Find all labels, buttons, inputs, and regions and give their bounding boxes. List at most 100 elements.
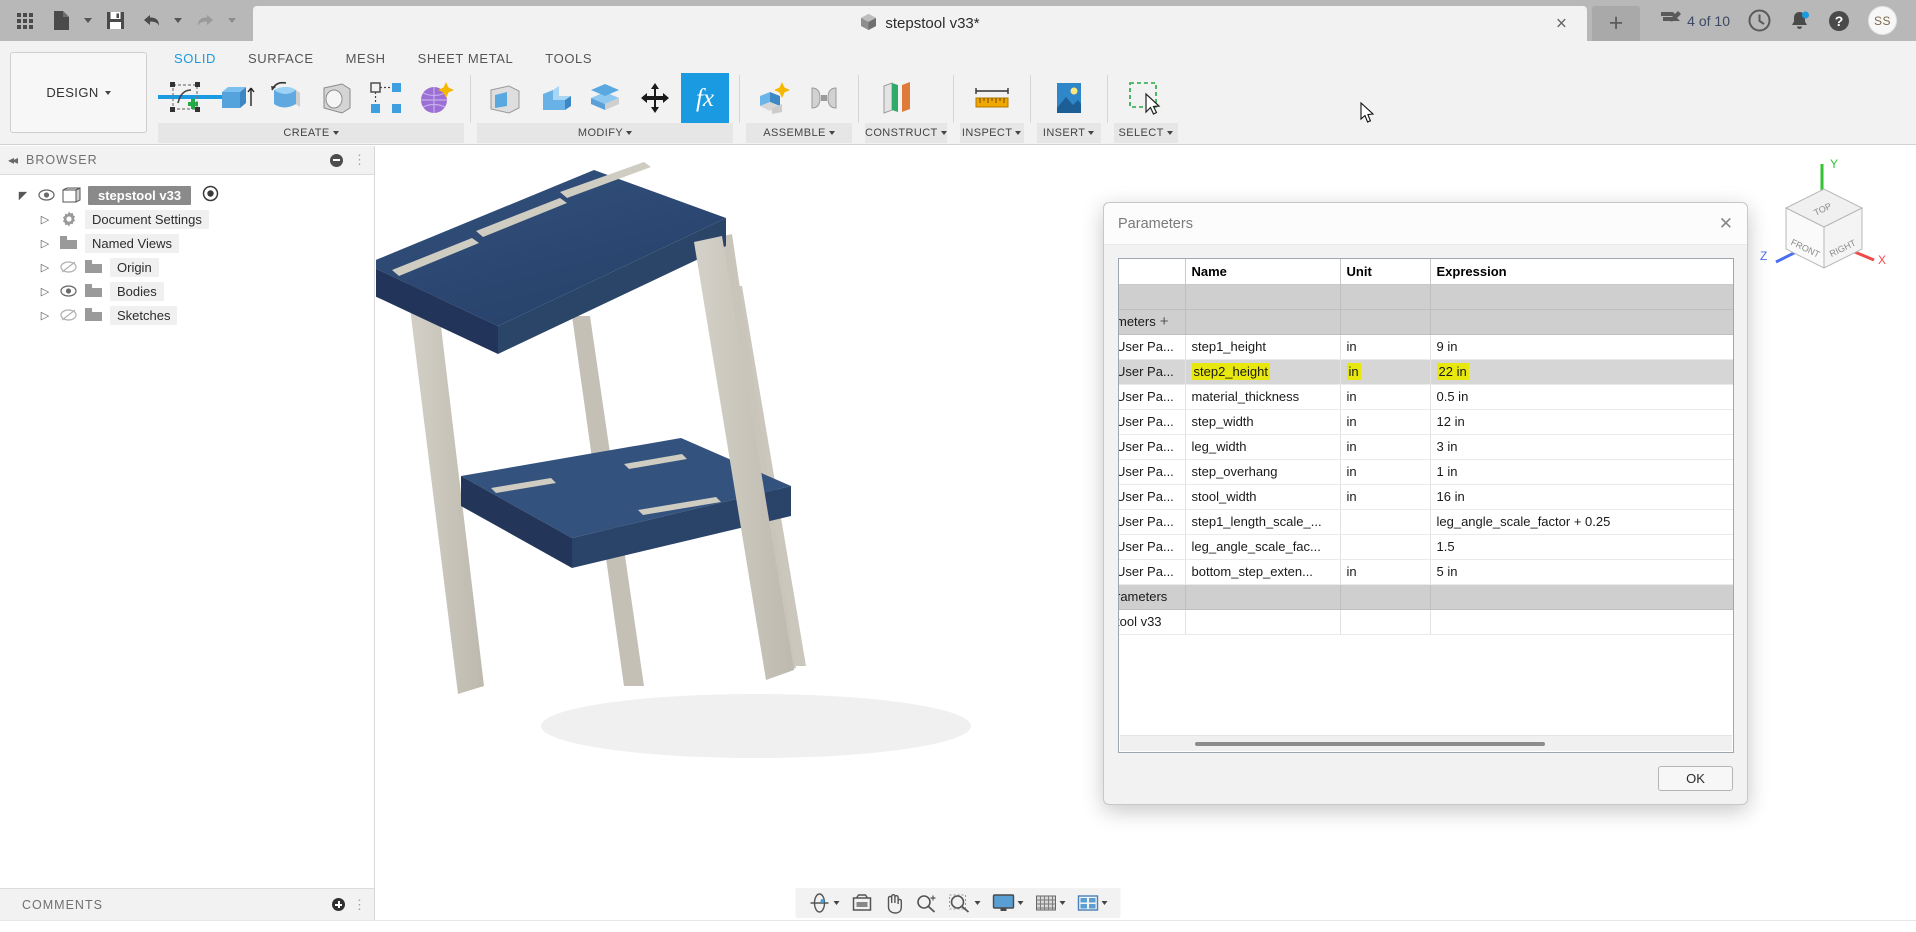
panel-label-assemble[interactable]: ASSEMBLE xyxy=(746,123,852,143)
parameters-dialog[interactable]: Parameters ✕ Name Unit Expression xyxy=(1103,202,1748,805)
close-icon[interactable]: × xyxy=(1556,14,1567,33)
pattern-icon[interactable] xyxy=(362,73,410,123)
chevron-down-icon[interactable] xyxy=(1060,901,1066,905)
expand-arrow-icon[interactable]: ▷ xyxy=(38,285,52,298)
tree-item-named-views[interactable]: ▷ Named Views xyxy=(0,231,374,255)
look-at-icon[interactable] xyxy=(847,889,878,917)
column-header-expression[interactable]: Expression xyxy=(1430,259,1734,284)
close-icon[interactable]: ✕ xyxy=(1719,215,1733,232)
table-row-group-user-parameters[interactable]: meters+ xyxy=(1119,309,1734,334)
column-header-name[interactable]: Name xyxy=(1185,259,1340,284)
extrude-icon[interactable] xyxy=(212,73,260,123)
add-parameter-icon[interactable]: + xyxy=(1160,313,1169,330)
orbit-icon[interactable] xyxy=(804,889,845,917)
expand-arrow-icon[interactable]: ▷ xyxy=(38,237,52,250)
tab-tools[interactable]: TOOLS xyxy=(529,47,608,69)
jobs-status[interactable]: 4 of 10 xyxy=(1653,0,1737,41)
new-file-icon[interactable] xyxy=(44,4,78,38)
table-row[interactable]: User Pa...leg_widthin3 in xyxy=(1119,434,1734,459)
expand-arrow-icon[interactable]: ▷ xyxy=(38,213,52,226)
redo-dropdown-icon[interactable] xyxy=(224,4,240,38)
column-header-blank[interactable] xyxy=(1119,259,1185,284)
panel-label-insert[interactable]: INSERT xyxy=(1037,123,1101,143)
column-header-unit[interactable]: Unit xyxy=(1340,259,1430,284)
expand-arrow-icon[interactable]: ◤ xyxy=(16,189,30,202)
new-file-dropdown-icon[interactable] xyxy=(80,4,96,38)
ok-button[interactable]: OK xyxy=(1658,766,1733,791)
collapse-all-icon[interactable] xyxy=(330,154,343,167)
new-tab-button[interactable]: + xyxy=(1592,6,1640,41)
panel-label-create[interactable]: CREATE xyxy=(158,123,464,143)
table-row[interactable]: User Pa...step1_length_scale_...leg_angl… xyxy=(1119,509,1734,534)
measure-icon[interactable] xyxy=(964,73,1020,123)
table-row[interactable]: User Pa...step_overhangin1 in xyxy=(1119,459,1734,484)
save-icon[interactable] xyxy=(98,4,132,38)
revolve-icon[interactable] xyxy=(262,73,310,123)
plus-circle-icon[interactable] xyxy=(332,898,345,911)
panel-resize-grip[interactable]: ⋮ xyxy=(353,152,366,168)
hole-icon[interactable] xyxy=(312,73,360,123)
activate-component-icon[interactable] xyxy=(202,185,219,205)
table-row-group-model-parameters[interactable]: rameters xyxy=(1119,584,1734,609)
offset-plane-icon[interactable] xyxy=(869,73,925,123)
expand-arrow-icon[interactable]: ▷ xyxy=(38,309,52,322)
redo-icon[interactable] xyxy=(188,4,222,38)
panel-label-construct[interactable]: CONSTRUCT xyxy=(865,123,947,143)
panel-resize-grip[interactable]: ⋮ xyxy=(353,897,366,913)
new-component-icon[interactable] xyxy=(750,73,798,123)
chevron-down-icon[interactable] xyxy=(1102,901,1108,905)
table-row[interactable]: User Pa...step1_heightin9 in xyxy=(1119,334,1734,359)
table-row[interactable]: User Pa...bottom_step_exten...in5 in xyxy=(1119,559,1734,584)
undo-dropdown-icon[interactable] xyxy=(170,4,186,38)
zoom-icon[interactable] xyxy=(911,889,942,917)
workspace-selector[interactable]: DESIGN xyxy=(10,52,147,133)
notifications-icon[interactable] xyxy=(1782,0,1817,41)
recent-icon[interactable] xyxy=(1741,0,1778,41)
pan-icon[interactable] xyxy=(880,889,909,917)
tree-item-bodies[interactable]: ▷ Bodies xyxy=(0,279,374,303)
table-row[interactable]: User Pa...step_widthin12 in xyxy=(1119,409,1734,434)
joint-icon[interactable] xyxy=(800,73,848,123)
chevron-left-icon[interactable]: ◂◂ xyxy=(8,153,16,167)
help-icon[interactable]: ? xyxy=(1821,0,1857,41)
zoom-window-icon[interactable] xyxy=(944,889,986,917)
tab-surface[interactable]: SURFACE xyxy=(232,47,330,69)
panel-label-inspect[interactable]: INSPECT xyxy=(960,123,1024,143)
visibility-eye-hidden-icon[interactable] xyxy=(59,261,77,273)
table-row[interactable]: User Pa...material_thicknessin0.5 in xyxy=(1119,384,1734,409)
table-row[interactable]: User Pa...leg_angle_scale_fac...1.5 xyxy=(1119,534,1734,559)
insert-mcmaster-icon[interactable] xyxy=(1041,73,1097,123)
change-parameters-icon[interactable]: fx xyxy=(681,73,729,123)
panel-label-select[interactable]: SELECT xyxy=(1114,123,1178,143)
apps-grid-icon[interactable] xyxy=(8,4,42,38)
tree-item-sketches[interactable]: ▷ Sketches xyxy=(0,303,374,327)
move-copy-icon[interactable] xyxy=(631,73,679,123)
shell-icon[interactable] xyxy=(581,73,629,123)
tree-item-origin[interactable]: ▷ Origin xyxy=(0,255,374,279)
tree-item-document-settings[interactable]: ▷ Document Settings xyxy=(0,207,374,231)
undo-icon[interactable] xyxy=(134,4,168,38)
tab-solid[interactable]: SOLID xyxy=(158,47,232,69)
parameters-table-container[interactable]: Name Unit Expression meters+ User Pa...s… xyxy=(1118,258,1734,753)
panel-label-modify[interactable]: MODIFY xyxy=(477,123,733,143)
grid-snaps-icon[interactable] xyxy=(1031,889,1071,917)
expand-arrow-icon[interactable]: ▷ xyxy=(38,261,52,274)
tree-item-stepstool[interactable]: ◤ stepstool v33 xyxy=(0,183,374,207)
press-pull-icon[interactable] xyxy=(481,73,529,123)
tab-mesh[interactable]: MESH xyxy=(330,47,402,69)
table-row[interactable]: User Pa...stool_widthin16 in xyxy=(1119,484,1734,509)
visibility-eye-hidden-icon[interactable] xyxy=(59,309,77,321)
form-icon[interactable] xyxy=(412,73,460,123)
horizontal-scrollbar[interactable] xyxy=(1120,735,1732,751)
chevron-down-icon[interactable] xyxy=(975,901,981,905)
tab-sheet-metal[interactable]: SHEET METAL xyxy=(402,47,530,69)
chevron-down-icon[interactable] xyxy=(1018,901,1024,905)
table-row-selected[interactable]: User Pa... step2_height in 22 in xyxy=(1119,359,1734,384)
document-tab[interactable]: stepstool v33* × xyxy=(253,6,1587,41)
chevron-down-icon[interactable] xyxy=(834,901,840,905)
create-sketch-icon[interactable] xyxy=(162,73,210,123)
viewcube[interactable]: Y Z X TOP FRONT RIGHT xyxy=(1754,156,1894,286)
select-icon[interactable] xyxy=(1118,73,1174,123)
viewports-icon[interactable] xyxy=(1073,889,1113,917)
display-settings-icon[interactable] xyxy=(988,889,1029,917)
